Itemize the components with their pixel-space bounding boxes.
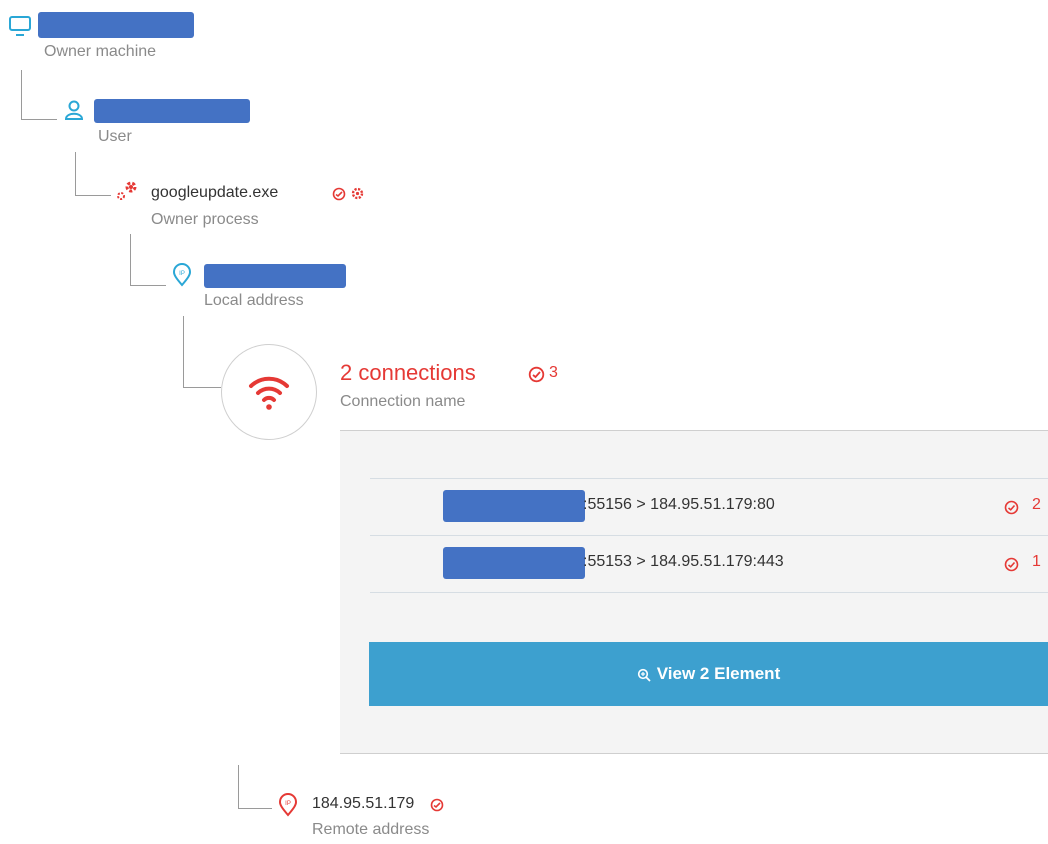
svg-text:IP: IP <box>285 801 291 807</box>
alert-icon[interactable] <box>430 798 444 812</box>
connection-endpoint: :55156 > 184.95.51.179:80 <box>583 496 775 513</box>
alert-icon[interactable] <box>332 187 346 201</box>
user-label: User <box>98 128 132 145</box>
connection-alert-count: 1 <box>1032 553 1041 570</box>
monitor-icon <box>8 14 32 38</box>
user-icon <box>63 99 85 121</box>
connection-label: Connection name <box>340 393 466 410</box>
tree-connector <box>130 234 131 286</box>
view-button-label: View 2 Element <box>656 664 781 683</box>
alert-icon[interactable] <box>528 366 545 383</box>
tree-connector <box>21 70 22 120</box>
gears-icon <box>115 179 141 203</box>
list-item[interactable]: :55153 > 184.95.51.179:443 1 <box>370 536 1048 592</box>
wifi-icon <box>221 344 317 440</box>
owner-machine-redacted <box>38 12 194 38</box>
local-address-label: Local address <box>204 292 304 309</box>
connection-title[interactable]: 2 connections <box>340 360 476 386</box>
process-label: Owner process <box>151 211 259 228</box>
tree-connector <box>21 119 57 120</box>
tree-connector <box>130 285 166 286</box>
connection-endpoint: :55153 > 184.95.51.179:443 <box>583 553 784 570</box>
alert-icon[interactable] <box>1004 500 1019 515</box>
tree-connector <box>75 195 111 196</box>
settings-icon[interactable] <box>350 186 365 201</box>
connection-alert-count: 2 <box>1032 496 1041 513</box>
ip-pin-icon: IP <box>278 793 298 817</box>
view-elements-button[interactable]: View 2 Element <box>369 642 1048 706</box>
tree-connector <box>183 387 221 388</box>
process-name[interactable]: googleupdate.exe <box>151 184 278 202</box>
connections-panel: :55156 > 184.95.51.179:80 2 :55153 > 184… <box>340 430 1048 754</box>
tree-connector <box>75 152 76 196</box>
local-ip-redacted <box>443 547 585 579</box>
local-ip-redacted <box>443 490 585 522</box>
svg-text:IP: IP <box>179 271 185 277</box>
tree-connector <box>238 808 272 809</box>
list-item[interactable]: :55156 > 184.95.51.179:80 2 <box>370 479 1048 535</box>
divider <box>370 592 1048 593</box>
connection-count: 3 <box>549 364 558 381</box>
user-redacted <box>94 99 250 123</box>
alert-icon[interactable] <box>1004 557 1019 572</box>
remote-address-label: Remote address <box>312 821 430 838</box>
tree-connector <box>183 316 184 388</box>
owner-machine-label: Owner machine <box>44 43 157 60</box>
zoom-icon <box>637 667 651 682</box>
local-address-redacted <box>204 264 346 288</box>
remote-ip[interactable]: 184.95.51.179 <box>312 795 414 813</box>
tree-connector <box>238 765 239 809</box>
ip-pin-icon: IP <box>172 263 192 287</box>
